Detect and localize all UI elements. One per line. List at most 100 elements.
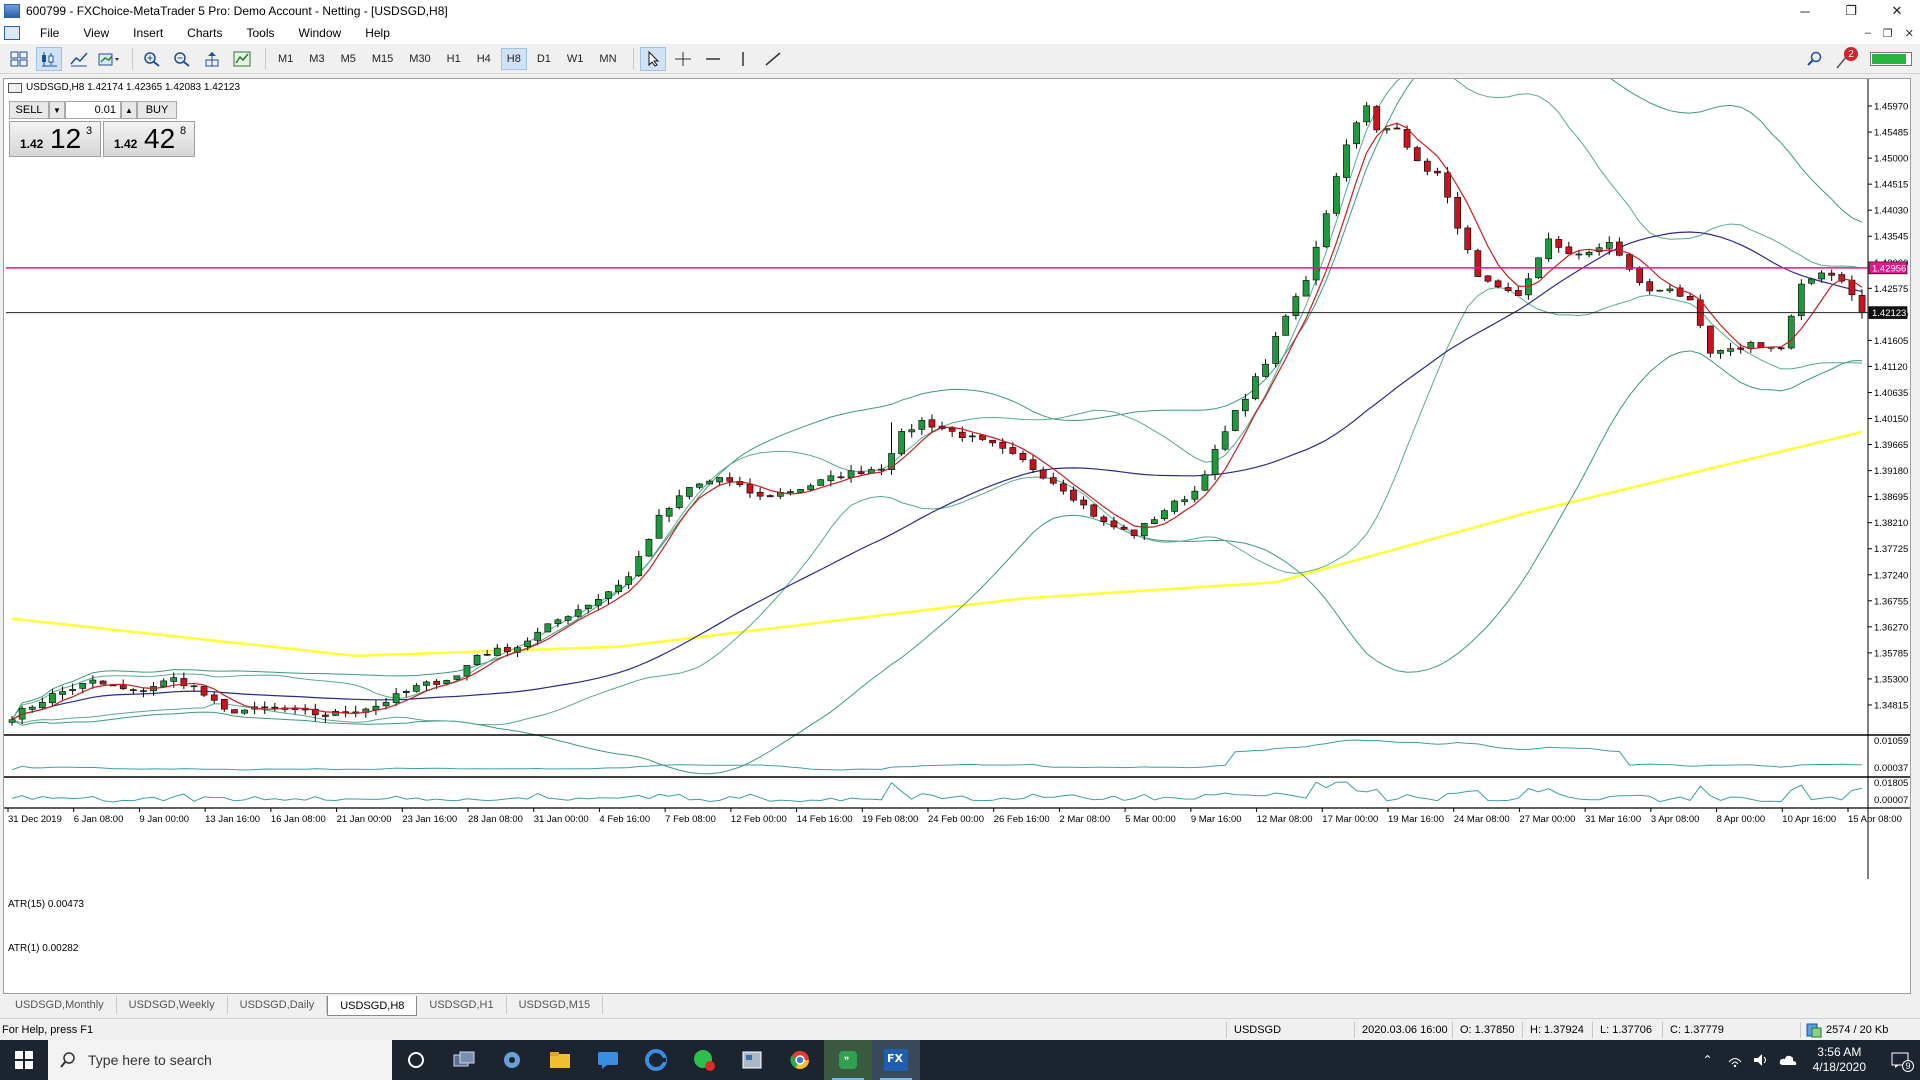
- candle-bear: [1484, 275, 1492, 282]
- candle-bull: [382, 702, 390, 707]
- trend-line-icon[interactable]: [760, 47, 786, 71]
- timeframe-m1[interactable]: M1: [272, 48, 299, 70]
- media-app-icon[interactable]: [728, 1040, 776, 1080]
- candle-bull: [1717, 350, 1724, 354]
- candle-bear: [1009, 447, 1017, 454]
- time-tick-label: 13 Jan 16:00: [205, 814, 260, 825]
- tab-usdsgd-h8[interactable]: USDSGD,H8: [327, 996, 418, 1016]
- action-center-icon[interactable]: 9: [1880, 1040, 1920, 1080]
- windows-taskbar: Type here to search ❞ FX ⌃ 3:56 AM 4/18/…: [0, 1040, 1920, 1080]
- buy-button[interactable]: BUY: [137, 101, 177, 119]
- tab-usdsgd-daily[interactable]: USDSGD,Daily: [228, 996, 328, 1014]
- lot-size-input[interactable]: 0.01: [65, 101, 121, 119]
- crosshair-icon[interactable]: [670, 47, 696, 71]
- lot-decrease-button[interactable]: ▼: [49, 101, 65, 119]
- menu-help[interactable]: Help: [353, 26, 402, 40]
- menu-view[interactable]: View: [71, 26, 121, 40]
- candle-bull: [1585, 252, 1593, 256]
- timeframe-mn[interactable]: MN: [593, 48, 622, 70]
- chart-window-icon[interactable]: [4, 26, 20, 40]
- timeframe-h4[interactable]: H4: [471, 48, 497, 70]
- edge-browser-icon[interactable]: [632, 1040, 680, 1080]
- tray-chevron-icon[interactable]: ⌃: [1703, 1053, 1713, 1067]
- chat-messenger-icon[interactable]: ❞: [824, 1040, 872, 1080]
- new-chart-icon[interactable]: [6, 47, 32, 71]
- onedrive-cloud-icon[interactable]: [1779, 1053, 1797, 1067]
- chat-app-icon[interactable]: [584, 1040, 632, 1080]
- timeframe-h1[interactable]: H1: [441, 48, 467, 70]
- cortana-icon[interactable]: [392, 1040, 440, 1080]
- candle-bull: [89, 679, 97, 684]
- line-chart-icon[interactable]: [66, 47, 92, 71]
- candle-bear: [322, 714, 329, 717]
- chrome-icon[interactable]: [776, 1040, 824, 1080]
- task-view-icon[interactable]: [440, 1040, 488, 1080]
- candlestick-icon[interactable]: [36, 46, 62, 71]
- taskbar-search-input[interactable]: Type here to search: [48, 1040, 392, 1080]
- timeframe-m30[interactable]: M30: [403, 48, 436, 70]
- whatsapp-icon[interactable]: [680, 1040, 728, 1080]
- search-icon[interactable]: [1802, 47, 1828, 71]
- bid-pipette: 3: [86, 125, 93, 137]
- timeframe-m3[interactable]: M3: [303, 48, 330, 70]
- candle-bear: [210, 694, 218, 701]
- metatrader-taskbar-icon[interactable]: FX: [872, 1040, 920, 1080]
- menu-charts[interactable]: Charts: [175, 26, 234, 40]
- lot-increase-button[interactable]: ▲: [121, 101, 137, 119]
- time-tick-label: 3 Apr 08:00: [1651, 814, 1700, 825]
- tab-usdsgd-weekly[interactable]: USDSGD,Weekly: [117, 996, 228, 1014]
- windows-start-icon[interactable]: [0, 1040, 48, 1080]
- candle-bear: [271, 706, 279, 709]
- zoom-out-icon[interactable]: [169, 47, 195, 71]
- menu-file[interactable]: File: [28, 26, 71, 40]
- price-chart[interactable]: 1.45970 1.45485 1.45000 1.44515 1.44030 1.435…: [4, 79, 1910, 993]
- timeframe-w1[interactable]: W1: [561, 48, 590, 70]
- bid-quote-button[interactable]: 1.42 12 3: [9, 121, 101, 157]
- candle-bear: [1565, 246, 1573, 255]
- templates-icon[interactable]: [96, 47, 122, 71]
- restore-button[interactable]: ❐: [1828, 0, 1874, 22]
- mdi-minimize-button[interactable]: –: [1865, 27, 1871, 39]
- notifications-icon[interactable]: 2: [1836, 47, 1858, 69]
- candle-bear: [1039, 469, 1047, 479]
- price-tick-label: 1.34815: [1874, 700, 1908, 711]
- horizontal-line-icon[interactable]: [700, 47, 726, 71]
- menu-insert[interactable]: Insert: [121, 26, 175, 40]
- tab-usdsgd-monthly[interactable]: USDSGD,Monthly: [3, 996, 117, 1014]
- tab-usdsgd-m15[interactable]: USDSGD,M15: [507, 996, 604, 1014]
- taskbar-clock[interactable]: 3:56 AM 4/18/2020: [1813, 1045, 1866, 1075]
- candle-bear: [1616, 241, 1623, 256]
- cursor-icon[interactable]: [639, 46, 666, 71]
- close-button[interactable]: ✕: [1874, 0, 1920, 22]
- zoom-in-icon[interactable]: [139, 47, 165, 71]
- mdi-close-button[interactable]: ✕: [1905, 27, 1914, 40]
- ask-quote-button[interactable]: 1.42 42 8: [103, 121, 195, 157]
- volume-icon[interactable]: [1753, 1052, 1769, 1068]
- timeframe-m15[interactable]: M15: [366, 48, 399, 70]
- menu-tools[interactable]: Tools: [235, 26, 287, 40]
- candle-bear: [1130, 529, 1138, 536]
- menu-window[interactable]: Window: [287, 26, 354, 40]
- mdi-restore-button[interactable]: ❐: [1883, 27, 1893, 40]
- candle-bull: [443, 680, 451, 685]
- chart-shift-icon[interactable]: [199, 47, 225, 71]
- sell-button[interactable]: SELL: [9, 101, 49, 119]
- timeframe-m5[interactable]: M5: [335, 48, 362, 70]
- candle-bear: [1434, 170, 1441, 174]
- timeframe-d1[interactable]: D1: [531, 48, 557, 70]
- network-icon[interactable]: [1727, 1052, 1743, 1068]
- tab-usdsgd-h1[interactable]: USDSGD,H1: [417, 996, 507, 1014]
- candle-bull: [1201, 474, 1209, 491]
- chart-window[interactable]: 1.45970 1.45485 1.45000 1.44515 1.44030 1.435…: [3, 78, 1911, 994]
- indicators-icon[interactable]: [229, 47, 255, 71]
- candle-bull: [1808, 278, 1815, 284]
- candle-bull: [675, 495, 683, 508]
- file-explorer-icon[interactable]: [536, 1040, 584, 1080]
- vertical-line-icon[interactable]: [730, 47, 756, 71]
- minimize-button[interactable]: ─: [1782, 0, 1828, 22]
- ma-long-line: [11, 430, 1863, 658]
- atr1-tick-label: 0.01805: [1874, 778, 1908, 789]
- timeframe-h8[interactable]: H8: [500, 47, 527, 70]
- settings-app-icon[interactable]: [488, 1040, 536, 1080]
- price-tick-label: 1.37725: [1874, 544, 1908, 555]
